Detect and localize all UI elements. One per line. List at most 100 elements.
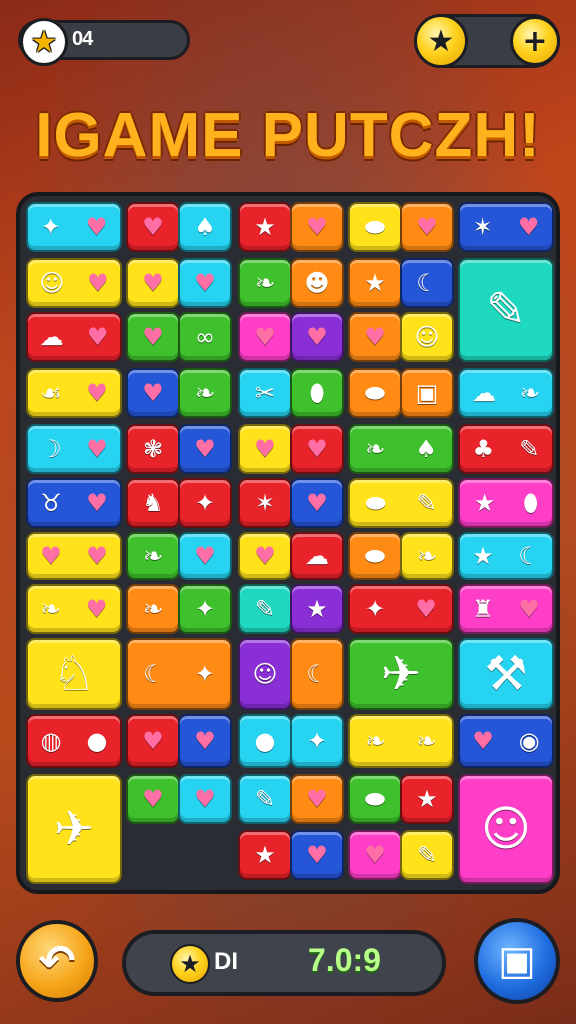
puzzle-tile[interactable]: ★ [348, 258, 402, 308]
puzzle-tile[interactable]: ❧ [238, 258, 292, 308]
tile-symbol-icon: ✦ [40, 213, 61, 241]
puzzle-tile-special[interactable]: ✈ [348, 638, 454, 710]
tile-symbol-icon: ♠ [194, 213, 216, 241]
puzzle-tile-pair[interactable]: ♥ [178, 424, 232, 474]
puzzle-tile-pair[interactable]: ★ [290, 584, 344, 634]
puzzle-tile[interactable]: ❧ ♥ [26, 584, 122, 634]
puzzle-tile[interactable]: ☺ [238, 638, 292, 710]
puzzle-tile[interactable]: ♥ [126, 258, 180, 308]
puzzle-tile-special[interactable]: ✎ [458, 258, 554, 362]
puzzle-tile-pair[interactable]: ♥ [178, 258, 232, 308]
puzzle-tile-pair[interactable]: ♥ [290, 424, 344, 474]
menu-button[interactable]: ▣ [474, 918, 560, 1004]
puzzle-tile[interactable]: ✂ [238, 368, 292, 418]
puzzle-tile[interactable]: ♥ [126, 774, 180, 824]
puzzle-tile[interactable]: ☁ ♥ [26, 312, 122, 362]
puzzle-tile-pair[interactable]: ❧ [178, 368, 232, 418]
puzzle-tile-pair[interactable]: ⬮ [290, 368, 344, 418]
puzzle-tile-pair[interactable]: ✎ [400, 830, 454, 880]
puzzle-tile[interactable]: ★ ⬮ [458, 478, 554, 528]
puzzle-tile-pair[interactable]: ♥ [290, 202, 344, 252]
star-icon: ★ [20, 18, 68, 66]
puzzle-tile-pair[interactable]: ♥ [178, 774, 232, 824]
puzzle-tile-pair[interactable]: ☁ [290, 532, 344, 580]
puzzle-tile[interactable]: ⬬ [348, 368, 402, 418]
puzzle-tile[interactable]: ◍ ● [26, 714, 122, 768]
puzzle-tile-pair[interactable]: ♥ [290, 830, 344, 880]
puzzle-tile[interactable]: ♥ [348, 830, 402, 880]
tile-symbol-icon: ☺ [39, 269, 65, 297]
puzzle-tile[interactable]: ☙ ♥ [26, 368, 122, 418]
puzzle-tile[interactable]: ⬬ [348, 774, 402, 824]
puzzle-tile[interactable]: ⬬ [348, 532, 402, 580]
puzzle-tile[interactable]: ♥ [238, 532, 292, 580]
puzzle-tile[interactable]: ♜ ♥ [458, 584, 554, 634]
puzzle-tile[interactable]: ♥ [126, 368, 180, 418]
puzzle-tile[interactable]: ⬬ [348, 202, 402, 252]
puzzle-tile-pair[interactable]: ☻ [290, 258, 344, 308]
puzzle-tile[interactable]: ✦ ♥ [348, 584, 454, 634]
puzzle-tile[interactable]: ☺ ♥ [26, 258, 122, 308]
puzzle-tile[interactable]: ✶ ♥ [458, 202, 554, 252]
puzzle-tile-special[interactable]: ✈ [26, 774, 122, 884]
puzzle-tile[interactable]: ★ [238, 202, 292, 252]
puzzle-tile[interactable]: ♥ [126, 312, 180, 362]
add-currency-button[interactable]: + [510, 16, 560, 66]
puzzle-tile[interactable]: ● [238, 714, 292, 768]
puzzle-tile[interactable]: ♞ [126, 478, 180, 528]
puzzle-tile-pair[interactable]: ✦ [290, 714, 344, 768]
tile-symbol-icon: ★ [364, 269, 386, 297]
puzzle-tile[interactable]: ♥ ◉ [458, 714, 554, 768]
puzzle-tile[interactable]: ☽ ♥ [26, 424, 122, 474]
puzzle-tile[interactable]: ★ [238, 830, 292, 880]
puzzle-tile[interactable]: ♥ [348, 312, 402, 362]
puzzle-tile[interactable]: ❃ [126, 424, 180, 474]
puzzle-tile[interactable]: ☾ ✦ [126, 638, 232, 710]
puzzle-tile[interactable]: ❧ [126, 584, 180, 634]
puzzle-tile-special[interactable]: ☺ [458, 774, 554, 884]
puzzle-tile-pair[interactable]: ☾ [400, 258, 454, 308]
puzzle-tile[interactable]: ❧ ♠ [348, 424, 454, 474]
tile-symbol-icon: ☾ [416, 269, 438, 297]
heart-icon: ♥ [86, 489, 108, 517]
puzzle-tile[interactable]: ♥ [126, 714, 180, 768]
puzzle-tile[interactable]: ⬬ ✎ [348, 478, 454, 528]
puzzle-tile[interactable]: ✎ [238, 584, 292, 634]
puzzle-tile-pair[interactable]: ∞ [178, 312, 232, 362]
puzzle-tile[interactable]: ✎ [238, 774, 292, 824]
puzzle-tile[interactable]: ★ ☾ [458, 532, 554, 580]
puzzle-tile[interactable]: ♥ ♥ [26, 532, 122, 580]
puzzle-tile-pair[interactable]: ♥ [400, 202, 454, 252]
puzzle-tile[interactable]: ♣ ✎ [458, 424, 554, 474]
tile-symbol-icon: ❧ [416, 542, 438, 570]
puzzle-tile[interactable]: ♉ ♥ [26, 478, 122, 528]
puzzle-tile-pair[interactable]: ❧ [400, 532, 454, 580]
heart-icon: ♥ [86, 542, 108, 570]
puzzle-tile-pair[interactable]: ♥ [290, 774, 344, 824]
puzzle-tile-pair[interactable]: ▣ [400, 368, 454, 418]
puzzle-tile[interactable]: ♥ [126, 202, 180, 252]
puzzle-tile-special[interactable]: ♘ [26, 638, 122, 710]
puzzle-tile-pair[interactable]: ☾ [290, 638, 344, 710]
puzzle-tile-pair[interactable]: ☺ [400, 312, 454, 362]
puzzle-tile-pair[interactable]: ♥ [290, 478, 344, 528]
puzzle-tile-pair[interactable]: ✦ [178, 584, 232, 634]
puzzle-tile-pair[interactable]: ♥ [178, 532, 232, 580]
puzzle-tile[interactable]: ✶ [238, 478, 292, 528]
puzzle-tile[interactable]: ❧ ❧ [348, 714, 454, 768]
puzzle-tile-pair[interactable]: ♠ [178, 202, 232, 252]
heart-icon: ♥ [194, 785, 216, 813]
puzzle-tile-pair[interactable]: ✦ [178, 478, 232, 528]
puzzle-tile[interactable]: ♥ [238, 312, 292, 362]
puzzle-tile[interactable]: ☁ ❧ [458, 368, 554, 418]
puzzle-tile[interactable]: ❧ [126, 532, 180, 580]
puzzle-tile-pair[interactable]: ★ [400, 774, 454, 824]
puzzle-tile-special[interactable]: ⚒ [458, 638, 554, 710]
star-count: 04 [72, 28, 93, 50]
tile-symbol-icon: ★ [473, 489, 496, 517]
puzzle-tile-pair[interactable]: ♥ [178, 714, 232, 768]
puzzle-tile[interactable]: ♥ [238, 424, 292, 474]
puzzle-tile[interactable]: ✦ ♥ [26, 202, 122, 252]
puzzle-tile-pair[interactable]: ♥ [290, 312, 344, 362]
undo-button[interactable]: ↶ [16, 920, 98, 1002]
